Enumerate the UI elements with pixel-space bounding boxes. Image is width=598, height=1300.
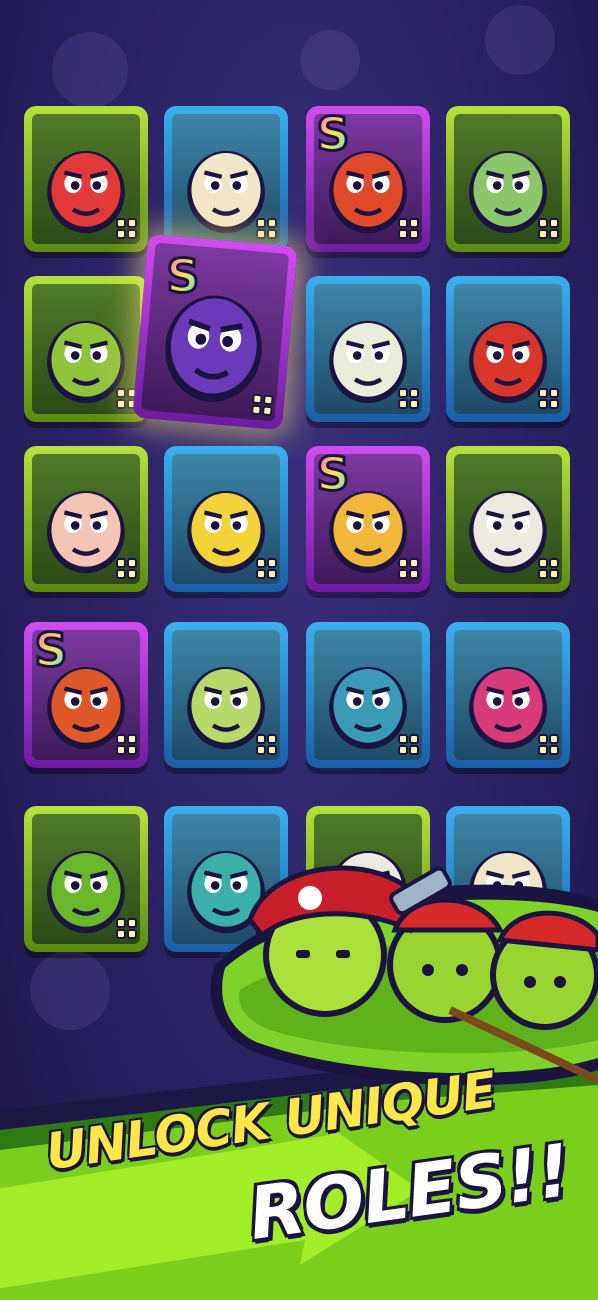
character-card-onion[interactable] xyxy=(306,806,430,952)
rank-dots-icon xyxy=(398,918,419,939)
rank-dots-icon xyxy=(256,918,277,939)
s-rank-badge: S xyxy=(28,622,74,679)
s-rank-letter: S xyxy=(166,250,199,300)
rank-dots-icon xyxy=(398,388,419,409)
s-rank-badge: S xyxy=(310,106,356,163)
rank-dots-icon xyxy=(256,734,277,755)
character-card-strawberry[interactable] xyxy=(24,106,148,252)
rank-dots-icon xyxy=(538,218,559,239)
character-card-chili[interactable] xyxy=(446,276,570,422)
character-card-pea-pod[interactable] xyxy=(24,276,148,422)
character-card-cauliflower-2[interactable] xyxy=(446,806,570,952)
character-card-artichoke[interactable] xyxy=(446,106,570,252)
rank-dots-icon xyxy=(538,918,559,939)
character-card-broccoli[interactable] xyxy=(306,622,430,768)
s-rank-badge: S xyxy=(160,248,206,305)
character-card-bell-pepper[interactable] xyxy=(24,806,148,952)
rank-dots-icon xyxy=(116,558,137,579)
character-card-cabbage[interactable] xyxy=(164,806,288,952)
rank-dots-icon xyxy=(116,918,137,939)
character-card-peach[interactable] xyxy=(24,446,148,592)
rank-dots-icon xyxy=(398,734,419,755)
rank-dots-icon xyxy=(116,218,137,239)
s-rank-letter: S xyxy=(316,108,349,158)
s-rank-letter: S xyxy=(34,624,67,674)
character-card-leek[interactable] xyxy=(306,276,430,422)
character-card-bamboo[interactable] xyxy=(164,622,288,768)
character-card-cauliflower[interactable] xyxy=(164,106,288,252)
rank-dots-icon xyxy=(251,393,274,417)
rank-dots-icon xyxy=(538,388,559,409)
s-rank-badge: S xyxy=(310,446,356,503)
s-rank-letter: S xyxy=(316,448,349,498)
character-card-lemon-sunglasses[interactable] xyxy=(164,446,288,592)
character-card-grape-dj[interactable] xyxy=(132,233,298,431)
rank-dots-icon xyxy=(538,734,559,755)
rank-dots-icon xyxy=(256,218,277,239)
character-card-garlic[interactable] xyxy=(446,446,570,592)
rank-dots-icon xyxy=(116,734,137,755)
rank-dots-icon xyxy=(398,218,419,239)
character-card-dragonfruit[interactable] xyxy=(446,622,570,768)
rank-dots-icon xyxy=(256,558,277,579)
rank-dots-icon xyxy=(398,558,419,579)
rank-dots-icon xyxy=(538,558,559,579)
